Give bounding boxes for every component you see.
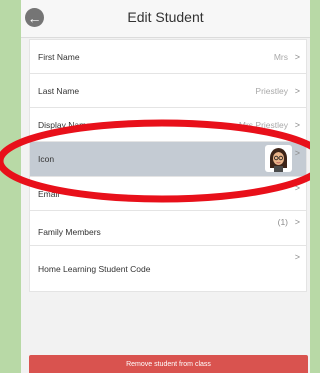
home-learning-code-row[interactable]: Home Learning Student Code > bbox=[30, 246, 306, 291]
last-name-value: Priestley bbox=[255, 85, 288, 96]
first-name-row[interactable]: First Name Mrs > bbox=[30, 40, 306, 74]
email-row[interactable]: Email > bbox=[30, 177, 306, 211]
header: ← Edit Student bbox=[21, 0, 310, 38]
chevron-right-icon: > bbox=[294, 252, 300, 262]
display-name-row[interactable]: Display Name Mrs Priestley > bbox=[30, 108, 306, 142]
last-name-row[interactable]: Last Name Priestley > bbox=[30, 74, 306, 108]
home-learning-code-label: Home Learning Student Code bbox=[38, 263, 151, 274]
icon-label: Icon bbox=[38, 154, 55, 164]
edit-student-panel: ← Edit Student First Name Mrs > Last Nam… bbox=[21, 0, 310, 373]
chevron-right-icon: > bbox=[294, 51, 300, 62]
display-name-label: Display Name bbox=[38, 119, 91, 130]
page-title: Edit Student bbox=[127, 9, 204, 25]
email-label: Email bbox=[38, 188, 60, 199]
family-members-label: Family Members bbox=[38, 227, 101, 237]
remove-student-button[interactable]: Remove student from class bbox=[29, 355, 308, 373]
chevron-right-icon: > bbox=[294, 148, 300, 158]
chevron-right-icon: > bbox=[294, 119, 300, 130]
family-members-row[interactable]: Family Members (1) > bbox=[30, 211, 306, 246]
display-name-value: Mrs Priestley bbox=[238, 119, 288, 130]
last-name-label: Last Name bbox=[38, 85, 80, 96]
chevron-right-icon: > bbox=[294, 217, 300, 227]
family-members-count: (1) bbox=[277, 217, 288, 227]
avatar-icon bbox=[265, 145, 292, 172]
first-name-label: First Name bbox=[38, 51, 80, 62]
chevron-right-icon: > bbox=[294, 85, 300, 96]
first-name-value: Mrs bbox=[273, 51, 288, 62]
icon-row[interactable]: Icon > bbox=[30, 142, 306, 177]
chevron-right-icon: > bbox=[294, 183, 300, 193]
student-fields-list: First Name Mrs > Last Name Priestley > D… bbox=[29, 39, 307, 292]
